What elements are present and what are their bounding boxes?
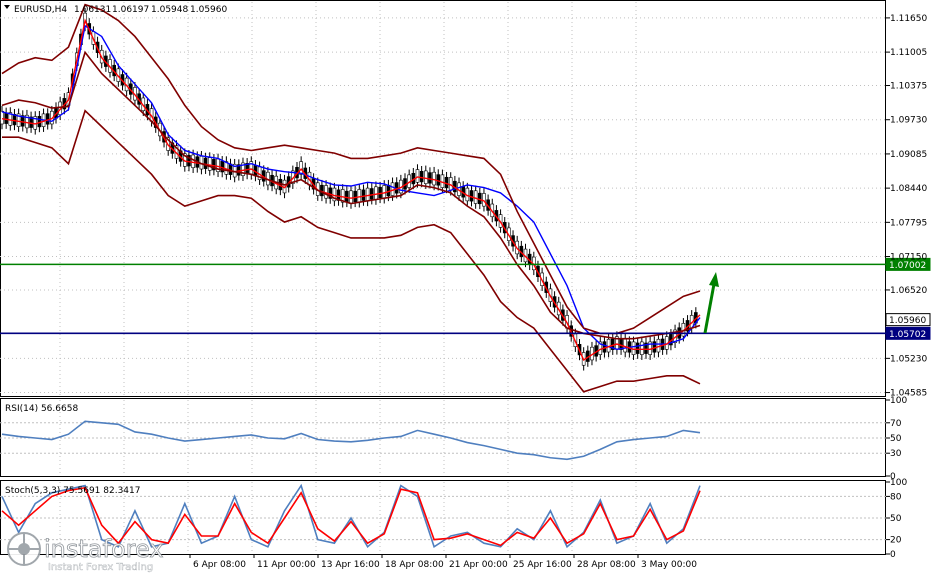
y-tick-label: 1.11005 <box>890 48 927 58</box>
candle-body <box>361 189 366 201</box>
y-tick-label: 1.09730 <box>890 116 927 126</box>
price-panel-frame <box>0 0 886 397</box>
candle-body <box>378 186 382 199</box>
panel-frames <box>0 0 886 555</box>
grid-layer <box>0 2 886 554</box>
instaforex-logo-icon <box>7 532 41 566</box>
y-tick-label: 100 <box>890 478 907 488</box>
candle-body <box>299 161 303 175</box>
candle-body <box>432 171 436 186</box>
y-tick-label: 1.10375 <box>890 82 927 92</box>
y-tick-label: 1.07795 <box>890 218 927 228</box>
ohlc-high: 1.06197 <box>112 5 149 15</box>
up-arrow-icon <box>703 272 719 334</box>
x-tick-label: 13 Apr 16:00 <box>321 560 380 570</box>
candle-body <box>640 341 644 355</box>
candle-body <box>635 342 640 354</box>
candle-body <box>191 154 195 169</box>
level-price-label: 1.05960 <box>889 316 926 326</box>
y-tick-label: 30 <box>890 449 902 459</box>
rsi-series-line <box>1 420 701 461</box>
y-tick-label: 100 <box>890 396 907 406</box>
x-tick-label: 6 Apr 08:00 <box>193 560 246 570</box>
chart-canvas: 1.070021.059601.05702 1.116501.110051.10… <box>0 0 931 573</box>
symbol-dropdown-icon[interactable] <box>4 5 10 9</box>
candle-body <box>369 188 374 200</box>
candle-body <box>357 189 362 203</box>
y-tick-label: 1.06520 <box>890 286 927 296</box>
series-layer <box>1 3 701 549</box>
candle-body <box>415 169 420 183</box>
x-tick-label: 11 Apr 00:00 <box>257 560 316 570</box>
x-tick-label: 28 Apr 08:00 <box>577 560 636 570</box>
y-tick-label: 80 <box>890 492 902 502</box>
watermark-brand: instaforex <box>44 535 164 563</box>
candle-body <box>419 170 424 183</box>
candle-body <box>0 110 4 125</box>
y-tick-label: 1.08440 <box>890 184 927 194</box>
chart-window: 1.07002 1.05960 1.05702 1.11650 1.11005 1.10… <box>0 0 932 575</box>
candle-body <box>203 157 208 169</box>
watermark: instaforex Instant Forex Trading <box>7 532 164 573</box>
candle-body <box>428 172 432 184</box>
price-series-line <box>1 3 701 335</box>
ohlc-close: 1.05960 <box>190 5 227 15</box>
x-tick-label: 21 Apr 00:00 <box>449 560 508 570</box>
y-tick-label: 1.05230 <box>890 354 927 364</box>
candle-body <box>207 157 212 171</box>
candle-body <box>374 186 378 200</box>
watermark-tagline: Instant Forex Trading <box>48 562 153 573</box>
y-tick-label: 50 <box>890 434 902 444</box>
level-price-label: 1.05702 <box>889 330 926 340</box>
x-tick-label: 18 Apr 08:00 <box>385 560 444 570</box>
candle-body <box>349 190 353 204</box>
ohlc-open: 1.06131 <box>74 5 111 15</box>
x-tick-label: 3 May 00:00 <box>641 560 697 570</box>
candle-body <box>365 187 370 202</box>
y-tick-label: 70 <box>890 419 902 429</box>
candle-body <box>345 190 349 203</box>
y-tick-label: 50 <box>890 514 902 524</box>
candle-body <box>353 190 357 203</box>
candle-body <box>423 170 428 184</box>
y-tick-label: 1.09085 <box>890 150 927 160</box>
price-title: EURUSD,H4 <box>14 5 67 15</box>
x-tick-label: 25 Apr 16:00 <box>513 560 572 570</box>
y-tick-label: 1.11650 <box>890 14 927 24</box>
candle-body <box>4 112 8 124</box>
rsi-title: RSI(14) 56.6658 <box>5 404 78 414</box>
ohlc-low: 1.05948 <box>151 5 188 15</box>
levels-layer: 1.070021.059601.05702 <box>0 257 931 340</box>
stoch-title: Stoch(5,3,3) 75.5691 82.3417 <box>5 486 140 496</box>
y-tick-label: 1.07150 <box>890 253 927 263</box>
y-tick-label: 20 <box>890 536 902 546</box>
y-tick-label: 0 <box>890 550 896 560</box>
